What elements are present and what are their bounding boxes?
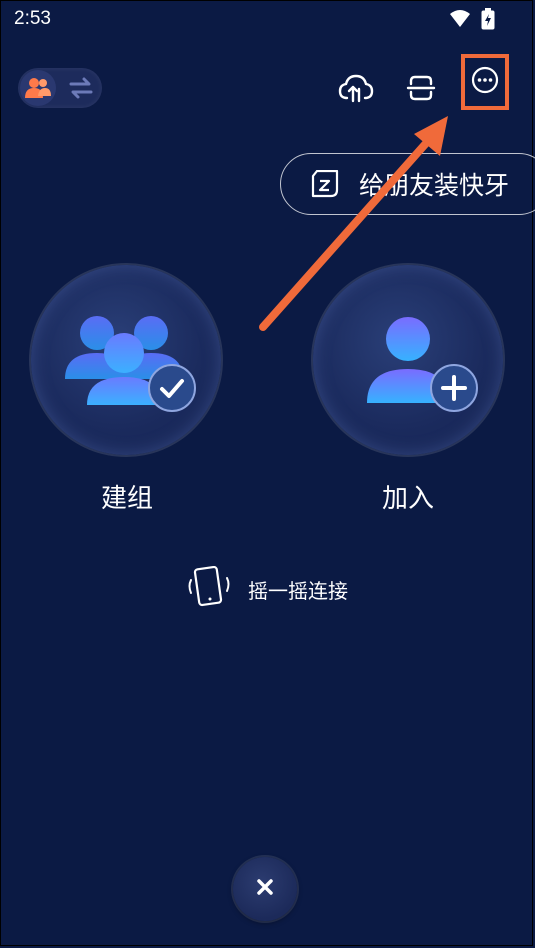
wifi-icon bbox=[449, 9, 471, 34]
scan-button[interactable] bbox=[403, 72, 439, 108]
plus-icon bbox=[429, 363, 479, 418]
avatar-icon bbox=[20, 70, 56, 106]
shake-label: 摇一摇连接 bbox=[248, 581, 348, 603]
check-icon bbox=[147, 363, 197, 418]
scan-icon bbox=[406, 73, 436, 108]
status-bar: 2:53 bbox=[0, 0, 535, 40]
app-icon bbox=[307, 169, 343, 198]
close-icon bbox=[255, 877, 275, 902]
join-label: 加入 bbox=[381, 483, 434, 513]
create-group-label: 建组 bbox=[100, 483, 153, 513]
battery-icon bbox=[481, 8, 495, 35]
annotation-arrow bbox=[259, 116, 448, 331]
status-time: 2:53 bbox=[14, 8, 51, 29]
more-icon bbox=[470, 65, 500, 100]
tip-text: 给朋友装快牙 bbox=[359, 172, 510, 200]
cloud-upload-icon bbox=[338, 73, 374, 108]
join-button[interactable] bbox=[313, 265, 503, 455]
more-button[interactable] bbox=[461, 54, 509, 110]
cloud-upload-button[interactable] bbox=[338, 72, 374, 108]
create-group-button[interactable] bbox=[31, 265, 221, 455]
install-for-friend-tip[interactable]: 给朋友装快牙 bbox=[280, 153, 535, 215]
screen-frame bbox=[0, 0, 533, 946]
close-button[interactable] bbox=[233, 857, 297, 921]
mode-switch-toggle[interactable] bbox=[18, 68, 102, 108]
shake-to-connect[interactable]: 摇一摇连接 bbox=[186, 565, 348, 613]
swap-icon bbox=[68, 76, 94, 105]
phone-shake-icon bbox=[186, 565, 232, 613]
